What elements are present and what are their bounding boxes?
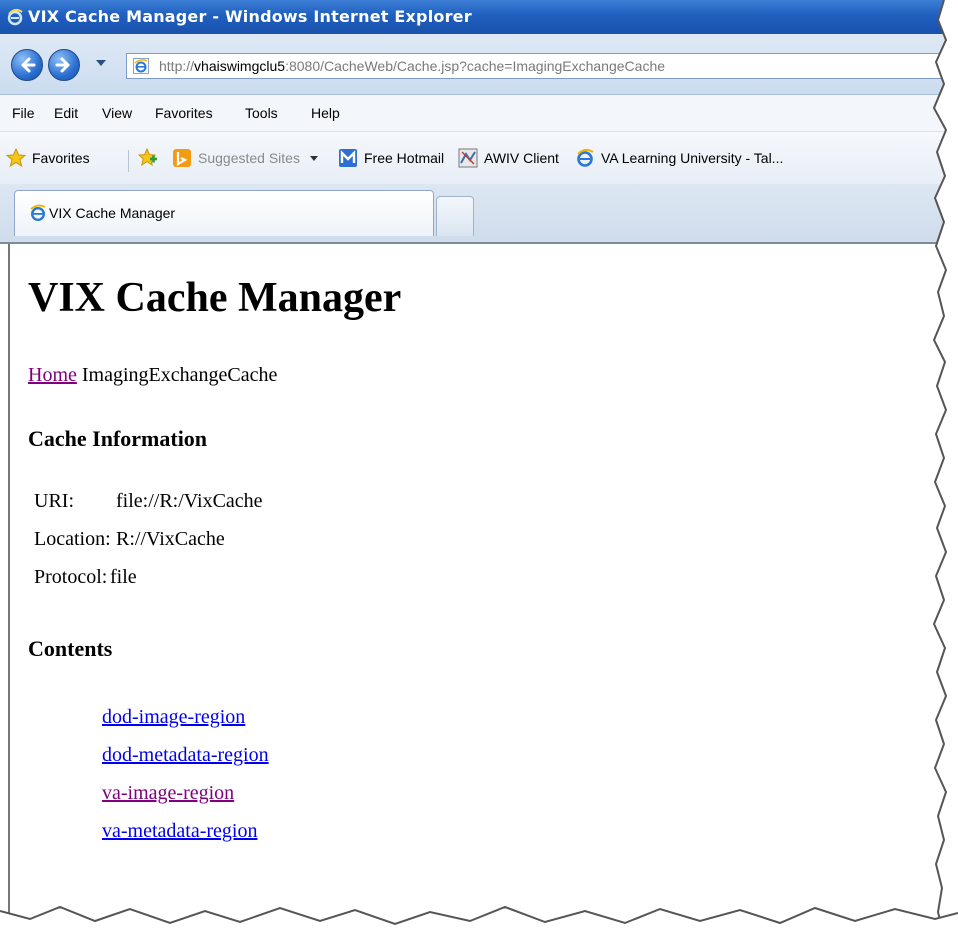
favorites-bar: Favorites Suggested Sites Free Hotmail A… xyxy=(0,132,958,184)
address-input[interactable]: http://vhaiswimgclu5:8080/CacheWeb/Cache… xyxy=(126,53,956,79)
url-prefix: http:// xyxy=(159,58,195,74)
tab-strip: VIX Cache Manager xyxy=(0,184,958,244)
awiv-icon xyxy=(458,148,478,168)
ie-icon xyxy=(30,204,46,222)
menu-file[interactable]: File xyxy=(12,105,35,121)
address-toolbar: http://vhaiswimgclu5:8080/CacheWeb/Cache… xyxy=(0,34,958,95)
favorites-separator xyxy=(128,150,129,172)
fav-suggested-label: Suggested Sites xyxy=(198,150,300,166)
window-title: VIX Cache Manager - Windows Internet Exp… xyxy=(28,7,472,26)
region-link-va-image[interactable]: va-image-region xyxy=(102,782,269,820)
contents-heading: Contents xyxy=(28,636,113,661)
fav-va-learning-label: VA Learning University - Tal... xyxy=(601,150,784,166)
breadcrumb-current: ImagingExchangeCache xyxy=(81,364,278,386)
fav-awiv-label: AWIV Client xyxy=(484,150,559,166)
ie-icon xyxy=(7,8,23,26)
ie-icon xyxy=(577,148,594,167)
region-link-dod-metadata[interactable]: dod-metadata-region xyxy=(102,744,269,782)
fav-awiv-client[interactable]: AWIV Client xyxy=(458,148,559,168)
fav-hotmail-label: Free Hotmail xyxy=(364,150,445,166)
bing-icon xyxy=(173,149,191,167)
ie-page-icon xyxy=(133,58,149,74)
info-key: Location: xyxy=(34,528,111,550)
info-value: file://R:/VixCache xyxy=(116,490,263,512)
new-tab-button[interactable] xyxy=(436,196,474,236)
back-button[interactable] xyxy=(11,49,43,81)
menu-view[interactable]: View xyxy=(102,105,132,121)
contents-list: dod-image-region dod-metadata-region va-… xyxy=(102,706,269,858)
home-link[interactable]: Home xyxy=(28,364,77,386)
info-key: URI: xyxy=(34,490,74,512)
fav-free-hotmail[interactable]: Free Hotmail xyxy=(338,148,444,168)
favorites-button[interactable]: Favorites xyxy=(6,148,90,168)
recent-pages-dropdown[interactable] xyxy=(96,60,106,66)
fav-suggested-sites[interactable]: Suggested Sites xyxy=(172,148,318,168)
tab-vix-cache-manager[interactable]: VIX Cache Manager xyxy=(14,190,434,236)
menu-bar: File Edit View Favorites Tools Help xyxy=(0,95,958,132)
region-link-va-metadata[interactable]: va-metadata-region xyxy=(102,820,269,858)
menu-tools[interactable]: Tools xyxy=(245,105,278,121)
msn-icon xyxy=(339,149,357,167)
torn-edge-right xyxy=(932,0,958,937)
page-title: VIX Cache Manager xyxy=(28,275,402,321)
info-value: R://VixCache xyxy=(116,528,225,550)
info-value: file xyxy=(110,566,137,588)
fav-va-learning[interactable]: VA Learning University - Tal... xyxy=(575,148,783,168)
forward-arrow-icon xyxy=(55,57,70,73)
menu-edit[interactable]: Edit xyxy=(54,105,78,121)
menu-favorites[interactable]: Favorites xyxy=(155,105,213,121)
breadcrumb: Home ImagingExchangeCache xyxy=(28,364,277,387)
region-link-dod-image[interactable]: dod-image-region xyxy=(102,706,269,744)
info-key: Protocol: xyxy=(34,566,108,588)
title-bar: VIX Cache Manager - Windows Internet Exp… xyxy=(0,0,958,34)
star-icon xyxy=(6,148,26,168)
url-path: :8080/CacheWeb/Cache.jsp?cache=ImagingEx… xyxy=(285,58,666,74)
menu-help[interactable]: Help xyxy=(311,105,340,121)
add-favorites-icon xyxy=(138,148,157,167)
suggested-dropdown-icon xyxy=(309,155,318,161)
cache-information-heading: Cache Information xyxy=(28,426,208,451)
tab-label: VIX Cache Manager xyxy=(49,205,176,221)
url-text: http://vhaiswimgclu5:8080/CacheWeb/Cache… xyxy=(159,58,665,74)
back-arrow-icon xyxy=(21,57,36,73)
torn-edge-bottom xyxy=(0,905,958,937)
browser-window: VIX Cache Manager - Windows Internet Exp… xyxy=(0,0,958,937)
favorites-label: Favorites xyxy=(32,150,90,166)
url-host: vhaiswimgclu5 xyxy=(194,58,286,74)
add-to-favorites-button[interactable] xyxy=(138,148,164,168)
forward-button[interactable] xyxy=(48,49,80,81)
page-content: VIX Cache Manager Home ImagingExchangeCa… xyxy=(8,244,940,914)
